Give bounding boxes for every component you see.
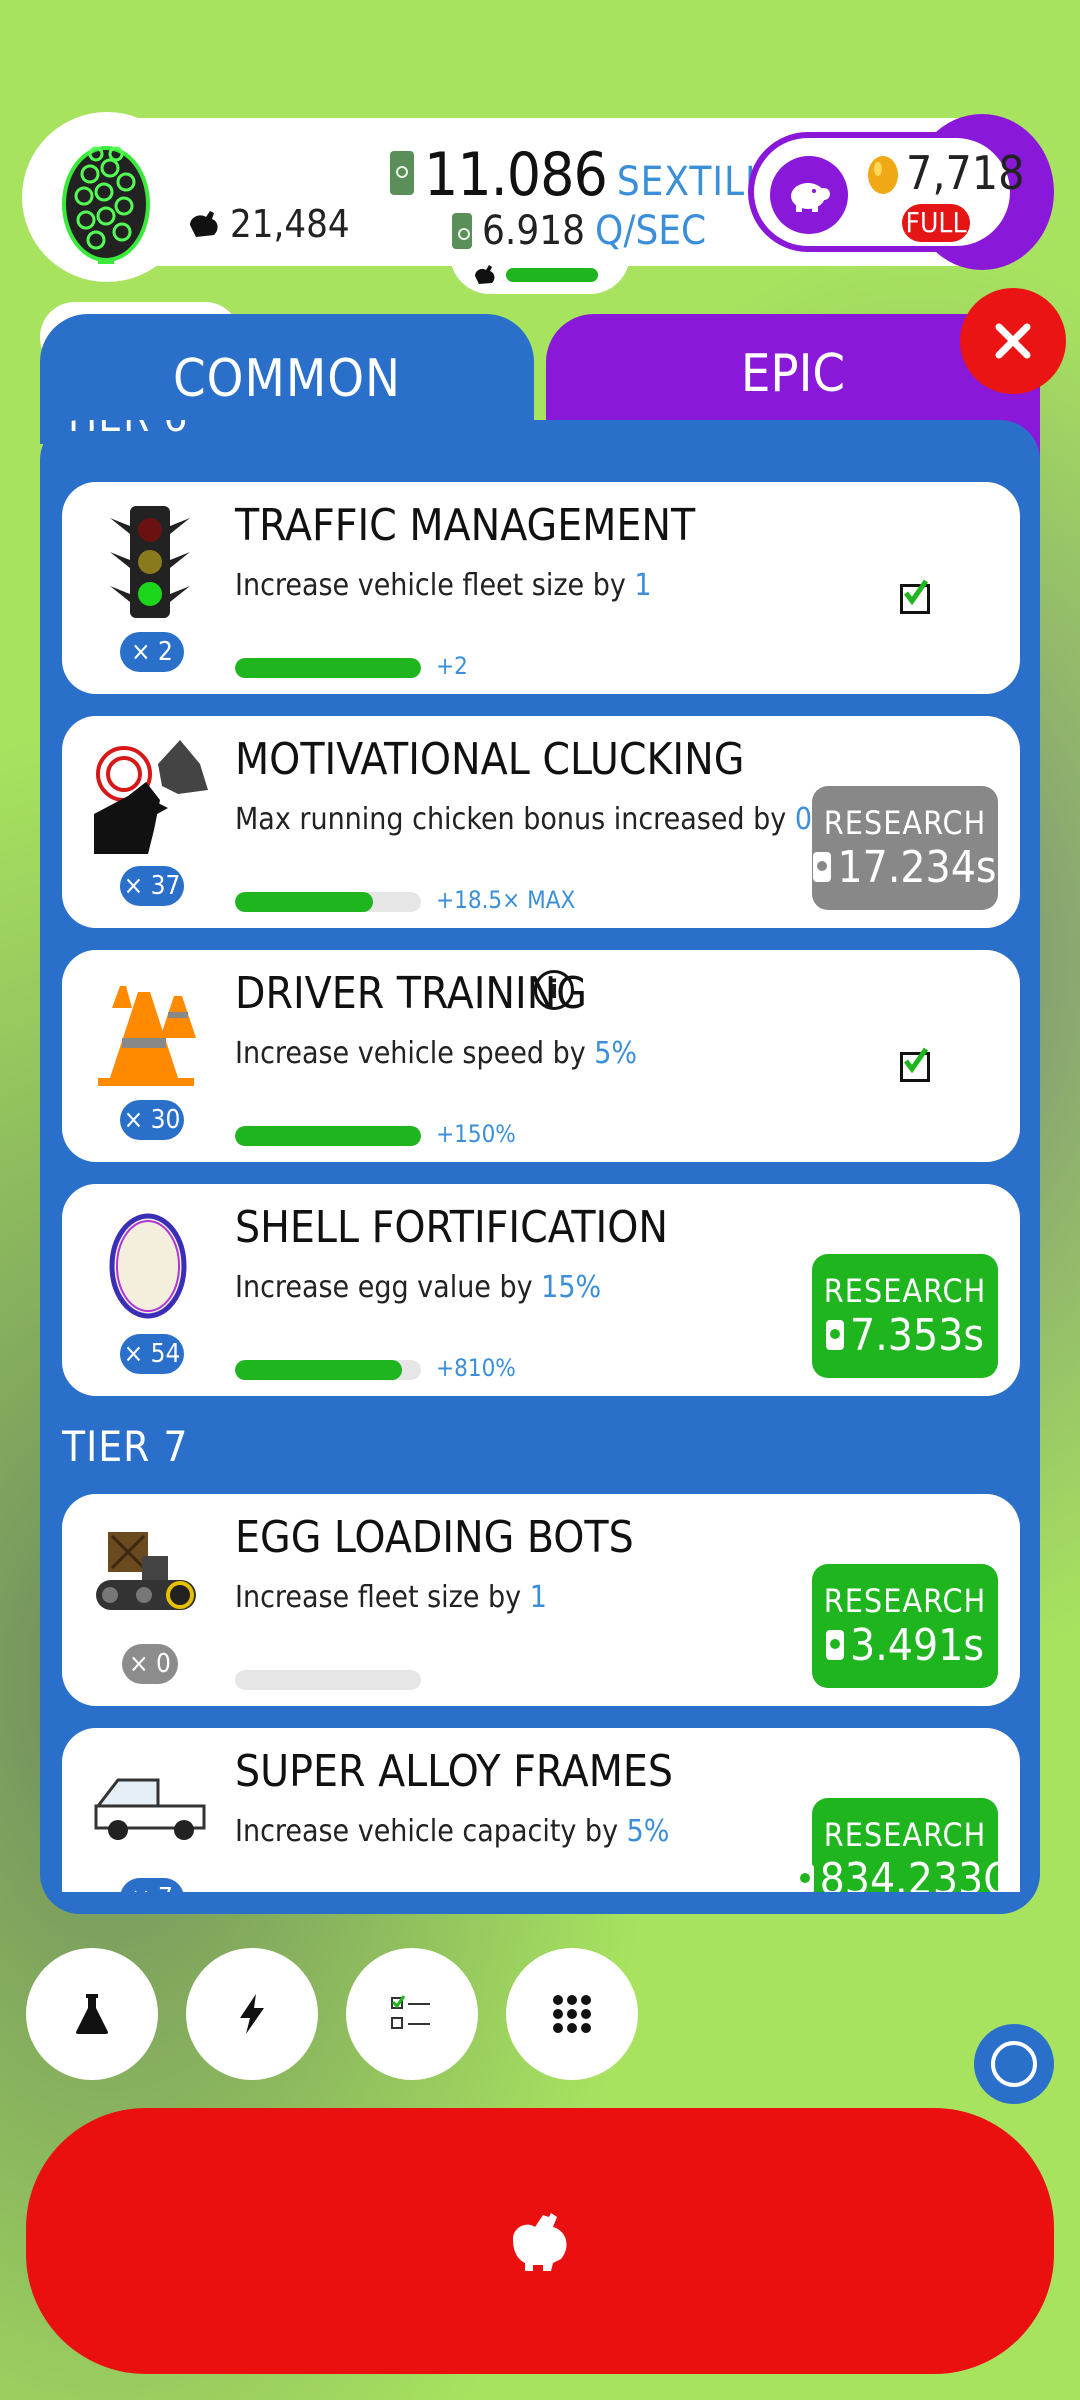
research-description: Increase fleet size by 1: [235, 1580, 547, 1615]
research-button[interactable]: RESEARCH 3.491s: [812, 1564, 998, 1688]
delivery-truck-icon: [94, 1778, 206, 1840]
golden-egg-counter: 7,718: [866, 146, 1024, 200]
research-title: SUPER ALLOY FRAMES: [235, 1746, 674, 1797]
boosts-button[interactable]: [186, 1948, 318, 2080]
tier-label: TIER 7: [62, 1422, 189, 1471]
research-description: Max running chicken bonus increased by 0…: [235, 802, 860, 837]
current-egg[interactable]: [22, 112, 192, 282]
research-effect: +150%: [436, 1120, 516, 1148]
egg-loading-bot-icon: [96, 1532, 196, 1610]
research-button[interactable]: RESEARCH 7.353s: [812, 1254, 998, 1378]
research-card[interactable]: × 37 MOTIVATIONAL CLUCKING Max running c…: [62, 716, 1020, 928]
menu-button[interactable]: [506, 1948, 638, 2080]
tab-epic-label: EPIC: [740, 344, 846, 404]
research-card[interactable]: × 2 TRAFFIC MANAGEMENT Increase vehicle …: [62, 482, 1020, 694]
research-level-badge: × 37: [120, 866, 184, 906]
research-title: MOTIVATIONAL CLUCKING: [235, 734, 745, 785]
complete-check-icon: [900, 579, 930, 614]
research-progress: [235, 1670, 421, 1690]
research-list[interactable]: TIER 6 × 2 TRAFFIC MANAGEMENT Increase v…: [40, 420, 1040, 1892]
research-card[interactable]: × 7 SUPER ALLOY FRAMES Increase vehicle …: [62, 1728, 1020, 1892]
chicken-count: 21,484: [186, 202, 350, 246]
research-description: Increase vehicle speed by 5%: [235, 1036, 638, 1071]
research-title: EGG LOADING BOTS: [235, 1512, 634, 1563]
hatch-chicken-button[interactable]: [26, 2108, 1054, 2374]
research-button[interactable]: RESEARCH 17.234s: [812, 786, 998, 910]
money-value: 11.086: [424, 140, 608, 210]
rate-value: 6.918: [482, 208, 585, 254]
cash-icon: [813, 852, 832, 882]
complete-check-icon: [900, 1047, 930, 1082]
tier-label: TIER 6: [62, 420, 188, 441]
traffic-cone-icon: [98, 986, 196, 1086]
golden-egg-count: 7,718: [906, 146, 1025, 200]
flask-icon: [76, 1994, 108, 2034]
clucking-chicken-icon: [94, 740, 208, 854]
research-card[interactable]: × 0 EGG LOADING BOTS Increase fleet size…: [62, 1494, 1020, 1706]
lattice-egg-icon: [62, 146, 150, 264]
research-level-badge: × 0: [122, 1644, 178, 1684]
cash-icon: [826, 1320, 845, 1350]
research-level-badge: × 54: [120, 1334, 184, 1374]
running-chicken-meter: [450, 250, 630, 294]
research-description: Increase egg value by 15%: [235, 1270, 602, 1305]
chicken-count-value: 21,484: [230, 202, 350, 246]
research-description: Increase vehicle capacity by 5%: [235, 1814, 670, 1849]
piggy-bank-icon: [791, 183, 830, 212]
research-description: Increase vehicle fleet size by 1: [235, 568, 652, 603]
piggy-full-badge: FULL: [902, 204, 970, 242]
research-progress: [235, 1360, 421, 1380]
research-effect: +18.5× MAX: [436, 886, 576, 914]
info-icon[interactable]: i: [534, 970, 574, 1010]
bolt-icon: [240, 1994, 264, 2034]
piggy-bank-button[interactable]: [770, 156, 848, 234]
research-progress: [235, 1126, 421, 1146]
chicken-icon: [190, 211, 218, 237]
missions-button[interactable]: [346, 1948, 478, 2080]
research-effect: +810%: [436, 1354, 516, 1382]
egg-shell-icon: [109, 1213, 187, 1319]
rate-unit: Q/SEC: [595, 208, 707, 254]
research-level-badge: × 30: [120, 1100, 184, 1140]
research-progress: [235, 892, 421, 912]
research-progress: [235, 658, 421, 678]
research-level-badge: × 7: [120, 1878, 184, 1892]
research-panel[interactable]: TIER 6 × 2 TRAFFIC MANAGEMENT Increase v…: [40, 420, 1040, 1914]
research-card[interactable]: × 54 SHELL FORTIFICATION Increase egg va…: [62, 1184, 1020, 1396]
tab-common-label: COMMON: [172, 349, 402, 409]
research-lab-button[interactable]: [26, 1948, 158, 2080]
cash-icon: [826, 1630, 845, 1660]
grid-icon: [553, 1995, 591, 2033]
research-title: SHELL FORTIFICATION: [235, 1202, 668, 1253]
cash-icon: [390, 151, 414, 195]
golden-egg-icon: [868, 156, 898, 194]
research-level-badge: × 2: [120, 632, 184, 672]
chicken-icon: [513, 2213, 567, 2271]
research-button[interactable]: RESEARCH 834.233Q: [795, 1798, 1014, 1892]
chicken-icon: [475, 265, 495, 284]
running-chicken-bar: [506, 268, 598, 282]
cash-icon: [795, 1864, 814, 1892]
assistant-button[interactable]: [974, 2024, 1054, 2104]
research-card[interactable]: × 30 DRIVER TRAINING i Increase vehicle …: [62, 950, 1020, 1162]
close-icon: [995, 323, 1031, 359]
research-title: TRAFFIC MANAGEMENT: [235, 500, 696, 551]
traffic-light-icon: [110, 506, 190, 618]
research-effect: +2: [436, 652, 468, 680]
cash-icon: [452, 213, 472, 249]
checklist-icon: [391, 1995, 430, 2029]
earning-rate: 6.918 Q/SEC: [452, 208, 706, 254]
close-button[interactable]: [960, 288, 1066, 394]
